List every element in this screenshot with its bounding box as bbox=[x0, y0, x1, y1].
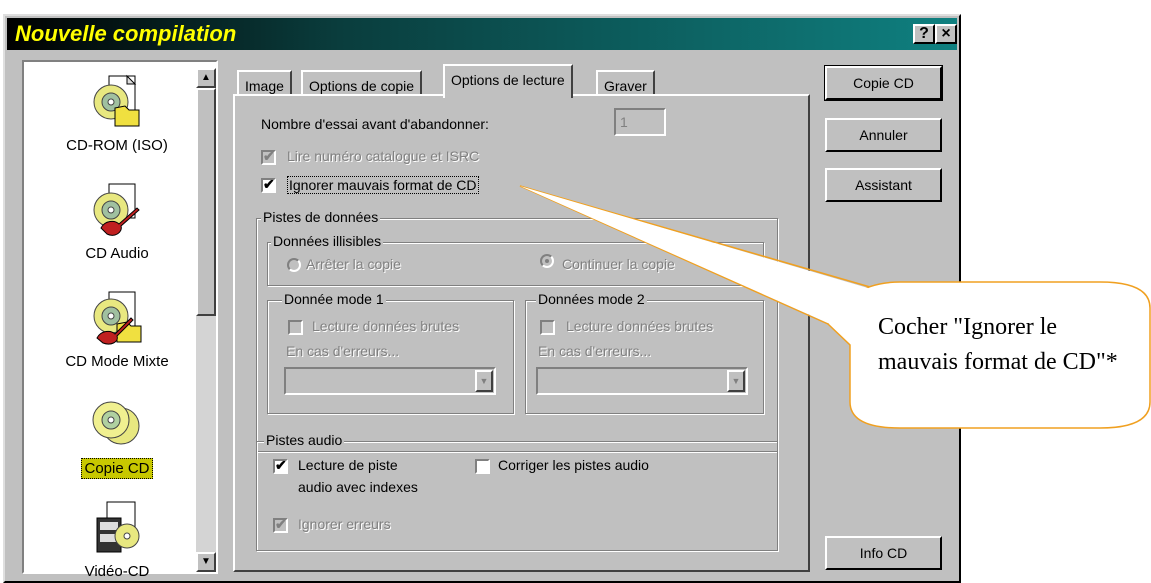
compilation-type-list[interactable]: CD-ROM (ISO) CD Audio CD Mode Mixte Copi… bbox=[22, 60, 218, 580]
cd-folder-icon bbox=[93, 74, 140, 127]
title-bar[interactable]: Nouvelle compilation ? × bbox=[7, 18, 957, 50]
chevron-down-icon[interactable]: ▼ bbox=[475, 370, 493, 392]
list-item-label: Copie CD bbox=[81, 458, 153, 479]
cancel-button[interactable]: Annuler bbox=[825, 118, 942, 152]
list-item-cdrom[interactable]: CD-ROM (ISO) bbox=[32, 72, 202, 155]
read-catalog-label: Lire numéro catalogue et ISRC bbox=[287, 148, 480, 164]
ignore-bad-format-label: Ignorer mauvais format de CD bbox=[287, 176, 479, 194]
callout-bubble bbox=[519, 185, 1151, 429]
ignore-bad-format-checkbox[interactable]: ✔ bbox=[261, 176, 276, 193]
window-title: Nouvelle compilation bbox=[15, 21, 237, 46]
list-item-label: CD-ROM (ISO) bbox=[66, 137, 168, 154]
retries-label: Nombre d'essai avant d'abandonner: bbox=[261, 116, 489, 132]
unreadable-legend: Données illisibles bbox=[271, 233, 384, 249]
audio-tracks-legend: Pistes audio bbox=[264, 432, 345, 448]
stop-copy-radio[interactable] bbox=[287, 258, 301, 272]
audio-index-label-line1: Lecture de piste bbox=[298, 457, 398, 473]
list-item-copy-cd[interactable]: Copie CD bbox=[32, 394, 202, 479]
read-catalog-checkbox[interactable]: ✔ bbox=[261, 148, 276, 165]
ignore-errors-label: Ignorer erreurs bbox=[298, 516, 391, 532]
scroll-thumb[interactable] bbox=[196, 88, 216, 316]
audio-index-checkbox[interactable]: ✔ bbox=[273, 457, 288, 474]
scroll-down-icon[interactable]: ▼ bbox=[196, 552, 216, 572]
mode1-error-select[interactable]: ▼ bbox=[284, 367, 496, 395]
video-cd-icon bbox=[96, 501, 140, 553]
mode1-raw-checkbox[interactable] bbox=[288, 320, 303, 335]
audio-index-label-line2: audio avec indexes bbox=[298, 479, 418, 495]
cd-copy-icon bbox=[92, 401, 140, 445]
list-item-cd-mixed[interactable]: CD Mode Mixte bbox=[32, 288, 202, 371]
list-item-label: Vidéo-CD bbox=[84, 563, 150, 580]
cd-info-button[interactable]: Info CD bbox=[825, 536, 942, 570]
data-tracks-legend: Pistes de données bbox=[261, 209, 381, 225]
mode1-raw-label: Lecture données brutes bbox=[312, 318, 460, 334]
list-item-label: CD Audio bbox=[85, 245, 149, 262]
help-button[interactable]: ? bbox=[913, 24, 935, 44]
mode1-on-error-label: En cas d'erreurs... bbox=[286, 343, 400, 359]
cd-mixed-icon bbox=[93, 291, 142, 345]
correct-audio-checkbox[interactable] bbox=[475, 459, 490, 474]
stop-copy-label: Arrêter la copie bbox=[306, 256, 401, 272]
close-button[interactable]: × bbox=[935, 24, 957, 44]
retries-input[interactable] bbox=[614, 108, 666, 136]
copy-cd-button[interactable]: Copie CD bbox=[824, 65, 943, 101]
scroll-up-icon[interactable]: ▲ bbox=[196, 68, 216, 88]
ignore-errors-checkbox[interactable]: ✔ bbox=[273, 516, 288, 533]
callout-text: Cocher "Ignorer le mauvais format de CD"… bbox=[878, 314, 1118, 375]
list-scrollbar[interactable]: ▲ ▼ bbox=[196, 68, 216, 572]
list-item-cd-audio[interactable]: CD Audio bbox=[32, 180, 202, 263]
cd-guitar-icon bbox=[93, 183, 140, 236]
correct-audio-label: Corriger les pistes audio bbox=[498, 457, 649, 473]
mode1-legend: Donnée mode 1 bbox=[282, 291, 386, 307]
list-item-video-cd[interactable]: Vidéo-CD bbox=[32, 498, 202, 581]
list-item-label: CD Mode Mixte bbox=[65, 353, 169, 370]
tab-read-options[interactable]: Options de lecture bbox=[443, 64, 573, 98]
